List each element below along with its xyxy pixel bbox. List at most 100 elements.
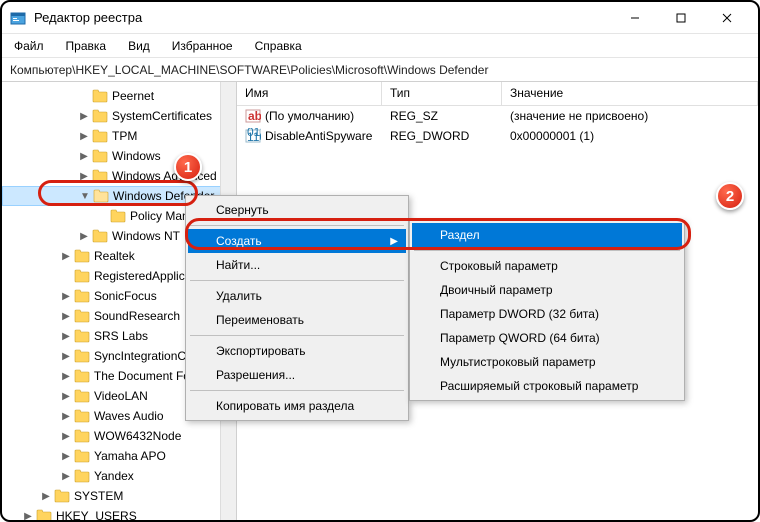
menu-help[interactable]: Справка [251,37,306,55]
tree-expander-icon[interactable]: ▶ [60,410,72,422]
annotation-badge-2: 2 [716,182,744,210]
sub-binary[interactable]: Двоичный параметр [412,278,682,302]
tree-expander-icon[interactable]: ▶ [60,370,72,382]
sub-qword[interactable]: Параметр QWORD (64 бита) [412,326,682,350]
ctx-collapse[interactable]: Свернуть [188,198,406,222]
tree-expander-icon[interactable]: ▶ [60,390,72,402]
tree-expander-icon[interactable]: ▶ [60,350,72,362]
tree-item-label: Waves Audio [94,409,164,423]
tree-expander-icon[interactable]: ▶ [60,250,72,262]
tree-expander-icon[interactable] [60,270,72,282]
tree-expander-icon[interactable]: ▶ [60,450,72,462]
minimize-button[interactable] [612,3,658,33]
list-header: Имя Тип Значение [237,82,758,106]
tree-expander-icon[interactable]: ▶ [22,510,34,520]
tree-item-label: VideoLAN [94,389,148,403]
ctx-permissions[interactable]: Разрешения... [188,363,406,387]
tree-item[interactable]: ▶ WOW6432Node [2,426,236,446]
tree-expander-icon[interactable]: ▶ [60,330,72,342]
tree-item-label: Yandex [94,469,134,483]
list-row[interactable]: 011110DisableAntiSpywareREG_DWORD0x00000… [237,126,758,146]
cell-value: (значение не присвоено) [502,108,758,124]
svg-text:ab: ab [248,109,261,123]
context-menu: Свернуть Создать▶ Найти... Удалить Переи… [185,195,409,421]
ctx-rename[interactable]: Переименовать [188,308,406,332]
titlebar: Редактор реестра [2,2,758,34]
sub-dword[interactable]: Параметр DWORD (32 бита) [412,302,682,326]
address-bar[interactable]: Компьютер\HKEY_LOCAL_MACHINE\SOFTWARE\Po… [2,58,758,82]
tree-expander-icon[interactable]: ▶ [60,290,72,302]
ctx-separator [190,225,404,226]
submenu-arrow-icon: ▶ [390,236,398,247]
menu-favorites[interactable]: Избранное [168,37,237,55]
ctx-delete[interactable]: Удалить [188,284,406,308]
close-button[interactable] [704,3,750,33]
tree-expander-icon[interactable]: ▶ [78,130,90,142]
ctx-separator [190,390,404,391]
cell-value: 0x00000001 (1) [502,128,758,144]
tree-expander-icon[interactable]: ▼ [79,190,91,202]
tree-item-label: TPM [112,129,137,143]
tree-item[interactable]: ▶SYSTEM [2,486,236,506]
cell-name: 011110DisableAntiSpyware [237,127,382,145]
tree-expander-icon[interactable]: ▶ [78,150,90,162]
ctx-find[interactable]: Найти... [188,253,406,277]
list-rows: ab(По умолчанию)REG_SZ(значение не присв… [237,106,758,146]
ctx-separator [190,280,404,281]
tree-expander-icon[interactable] [78,90,90,102]
tree-expander-icon[interactable]: ▶ [60,310,72,322]
ctx-separator [414,250,680,251]
tree-expander-icon[interactable]: ▶ [40,490,52,502]
tree-item-label: Realtek [94,249,135,263]
sub-key[interactable]: Раздел [412,223,682,247]
tree-item-label: Windows [112,149,161,163]
sub-string[interactable]: Строковый параметр [412,254,682,278]
tree-expander-icon[interactable]: ▶ [78,110,90,122]
svg-text:110: 110 [247,130,261,144]
menu-file[interactable]: Файл [10,37,48,55]
ctx-new[interactable]: Создать▶ [188,229,406,253]
list-row[interactable]: ab(По умолчанию)REG_SZ(значение не присв… [237,106,758,126]
tree-item-label: SonicFocus [94,289,157,303]
tree-item-label: Windows Advanced … [112,169,232,183]
cell-type: REG_DWORD [382,128,502,144]
tree-item[interactable]: Peernet [2,86,236,106]
tree-item-label: Windows NT [112,229,180,243]
registry-editor-window: Редактор реестра Файл Правка Вид Избранн… [0,0,760,522]
address-text: Компьютер\HKEY_LOCAL_MACHINE\SOFTWARE\Po… [10,63,488,77]
col-header-name[interactable]: Имя [237,82,382,105]
tree-item[interactable]: ▶ HKEY_USERS [2,506,236,520]
tree-item[interactable]: ▶ Yamaha APO [2,446,236,466]
tree-item[interactable]: ▶ TPM [2,126,236,146]
col-header-value[interactable]: Значение [502,82,758,105]
tree-expander-icon[interactable]: ▶ [60,430,72,442]
tree-expander-icon[interactable]: ▶ [78,170,90,182]
menu-view[interactable]: Вид [124,37,154,55]
tree-item-label: Yamaha APO [94,449,166,463]
menu-edit[interactable]: Правка [62,37,111,55]
tree-expander-icon[interactable]: ▶ [78,230,90,242]
tree-item-label: WOW6432Node [94,429,181,443]
tree-item-label: Peernet [112,89,154,103]
ctx-export[interactable]: Экспортировать [188,339,406,363]
tree-expander-icon[interactable]: ▶ [60,470,72,482]
maximize-button[interactable] [658,3,704,33]
cell-type: REG_SZ [382,108,502,124]
sub-expand[interactable]: Расширяемый строковый параметр [412,374,682,398]
window-title: Редактор реестра [34,10,612,25]
ctx-copy-key[interactable]: Копировать имя раздела [188,394,406,418]
tree-item-label: HKEY_USERS [56,509,137,520]
col-header-type[interactable]: Тип [382,82,502,105]
tree-item-label: SoundResearch [94,309,180,323]
submenu-new: Раздел Строковый параметр Двоичный парам… [409,220,685,401]
tree-item[interactable]: ▶ Yandex [2,466,236,486]
annotation-badge-1: 1 [174,153,202,181]
tree-item[interactable]: ▶SystemCertificates [2,106,236,126]
window-buttons [612,3,750,33]
tree-item-label: SRS Labs [94,329,148,343]
sub-multi[interactable]: Мультистроковый параметр [412,350,682,374]
ctx-separator [190,335,404,336]
menubar: Файл Правка Вид Избранное Справка [2,34,758,58]
cell-name: ab(По умолчанию) [237,107,382,125]
tree-expander-icon[interactable] [96,210,108,222]
